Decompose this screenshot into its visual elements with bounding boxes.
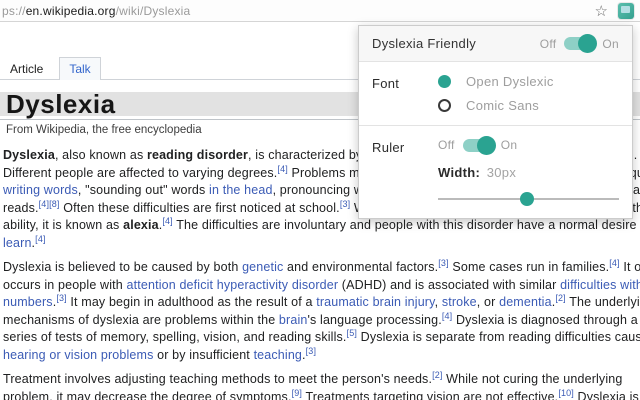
article-text: (ADHD) and is associated with similar (338, 277, 561, 292)
bold-term: alexia (123, 218, 159, 232)
reference-link[interactable]: [3] (438, 258, 448, 268)
article-text: The difficulties are involuntary and peo… (172, 218, 640, 232)
article-link[interactable]: attention deficit hyperactivity disorder (127, 278, 339, 292)
reference-link[interactable]: [9] (292, 387, 302, 397)
reference-link[interactable]: [4] (609, 258, 619, 268)
main-toggle-switch[interactable] (564, 34, 598, 53)
bold-term: Dyslexia (3, 148, 55, 162)
article-link[interactable]: genetic (242, 260, 283, 274)
bookmark-star-icon[interactable]: ☆ (595, 4, 608, 19)
reference-link[interactable]: [4] (442, 310, 452, 320)
site-subtitle: From Wikipedia, the free encyclopedia (6, 124, 202, 136)
browser-window: ps://en.wikipedia.org/wiki/Dyslexia ☆ Ar… (0, 0, 640, 400)
radio-icon[interactable] (438, 99, 451, 112)
radio-icon[interactable] (438, 75, 451, 88)
article-text: or by insufficient (153, 347, 254, 362)
ruler-toggle-on-label: On (500, 138, 518, 152)
ruler-width-row: Width: 30px (438, 165, 619, 180)
article-text: Often these difficulties are first notic… (59, 200, 340, 215)
main-toggle-group: Off On (539, 34, 619, 53)
article-link[interactable]: hearing or vision problems (3, 348, 154, 362)
ruler-section-label: Ruler (372, 140, 405, 155)
article-link[interactable]: in the head (209, 183, 273, 197)
reference-link[interactable]: [4] (162, 216, 172, 226)
dyslexia-extension-icon[interactable] (618, 3, 634, 19)
font-option-label: Open Dyslexic (466, 74, 554, 89)
dyslexia-friendly-popup: Dyslexia Friendly Off On Font Open Dysle… (358, 25, 633, 219)
reference-link[interactable]: [3] (56, 293, 66, 303)
article-text: Some cases run in families. (448, 260, 610, 274)
toggle-thumb (476, 135, 496, 155)
reference-link[interactable]: [4][8] (39, 198, 60, 208)
article-text: , "sounding out" words (77, 183, 210, 197)
article-text: 's language processing. (307, 312, 442, 327)
article-link[interactable]: teaching (254, 348, 302, 362)
article-text: Treatments targeting vision are not effe… (302, 389, 559, 400)
article-text: Dyslexia is separate from reading diffic… (360, 330, 640, 344)
ruler-width-slider[interactable] (438, 192, 619, 206)
url-prefix: ps:// (2, 3, 26, 18)
tab-article[interactable]: Article (1, 58, 52, 80)
main-toggle-on-label: On (602, 36, 619, 51)
page-title: Dyslexia (6, 89, 116, 119)
article-link[interactable]: traumatic brain injury (316, 295, 434, 309)
font-section-label: Font (372, 76, 400, 91)
reference-link[interactable]: [10] (558, 387, 574, 397)
article-paragraph: Dyslexia is believed to be caused by bot… (3, 258, 640, 364)
reference-link[interactable]: [3] (340, 198, 350, 208)
article-link[interactable]: stroke (442, 295, 477, 309)
article-link[interactable]: brain (279, 313, 308, 327)
font-option-label: Comic Sans (466, 98, 540, 113)
reference-link[interactable]: [3] (306, 345, 316, 355)
article-text: , also known as (54, 148, 147, 162)
article-text: It may begin in adulthood as the result … (66, 295, 317, 309)
article-text: , (434, 295, 442, 309)
url-host: en.wikipedia.org (25, 3, 116, 18)
article-paragraph: Treatment involves adjusting teaching me… (3, 370, 640, 400)
width-label: Width: (438, 165, 481, 180)
popup-title: Dyslexia Friendly (372, 36, 477, 51)
width-value: 30px (486, 165, 517, 180)
ruler-section: Ruler Off On Width: 30px (359, 125, 632, 218)
url-path: /wiki/Dyslexia (115, 3, 191, 18)
reference-link[interactable]: [2] (432, 370, 442, 380)
address-bar[interactable]: ps://en.wikipedia.org/wiki/Dyslexia ☆ (0, 0, 640, 22)
article-text: Dyslexia is believed to be caused by bot… (3, 260, 243, 274)
reference-link[interactable]: [4] (35, 233, 45, 243)
popup-header: Dyslexia Friendly Off On (359, 26, 632, 62)
ruler-toggle-group: Off On (438, 135, 619, 155)
toggle-thumb (578, 34, 598, 53)
article-text: and environmental factors. (283, 260, 439, 274)
article-text: , or (476, 295, 500, 309)
font-section: Font Open Dyslexic Comic Sans (359, 62, 632, 125)
reference-link[interactable]: [5] (347, 328, 357, 338)
reference-link[interactable]: [4] (277, 163, 287, 173)
font-option-open-dyslexic[interactable]: Open Dyslexic (438, 74, 619, 89)
article-link[interactable]: writing words (3, 183, 78, 197)
ruler-toggle-switch[interactable] (462, 135, 496, 155)
main-toggle-off-label: Off (539, 36, 557, 51)
font-option-comic-sans[interactable]: Comic Sans (438, 98, 619, 113)
reference-link[interactable]: [2] (555, 293, 565, 303)
slider-thumb[interactable] (519, 192, 534, 206)
url-text[interactable]: ps://en.wikipedia.org/wiki/Dyslexia (2, 4, 190, 18)
article-link[interactable]: dementia (499, 295, 552, 309)
ruler-toggle-off-label: Off (438, 138, 455, 152)
bold-term: reading disorder (146, 148, 249, 162)
tab-talk[interactable]: Talk (59, 57, 101, 80)
article-text: Treatment involves adjusting teaching me… (3, 372, 433, 386)
article-link[interactable]: learn (3, 236, 32, 250)
